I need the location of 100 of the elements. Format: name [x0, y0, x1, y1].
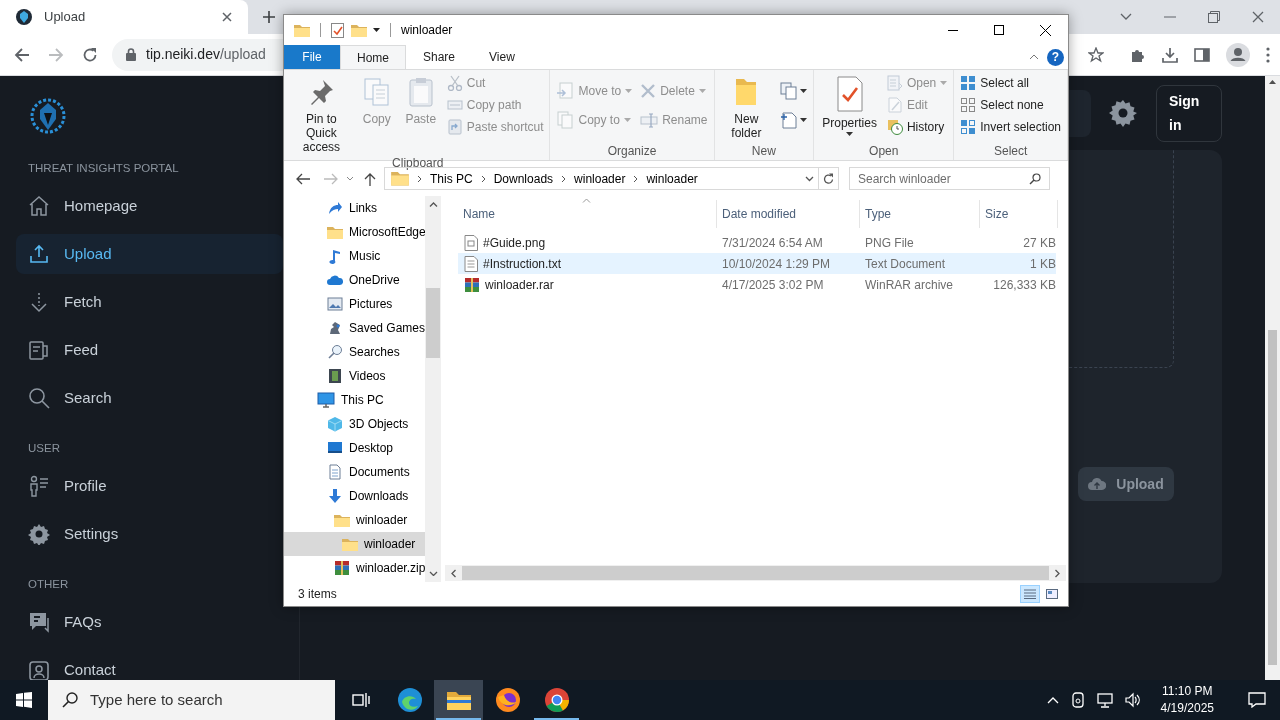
- contact-icon: [28, 659, 50, 680]
- upload-button[interactable]: Upload: [1078, 467, 1174, 501]
- folder-icon: [351, 23, 367, 37]
- file-menu-tab[interactable]: File: [284, 45, 340, 69]
- windows-logo-icon: [16, 692, 32, 708]
- nav-item[interactable]: Contact: [16, 650, 283, 680]
- tree-item[interactable]: MicrosoftEdge: [284, 220, 425, 244]
- ribbon-command[interactable]: Invert selection: [958, 116, 1063, 138]
- details-view-button[interactable]: [1020, 585, 1040, 603]
- new-item-icon: [780, 82, 799, 100]
- nav-item[interactable]: Search: [16, 378, 283, 418]
- ribbon-command[interactable]: Select none: [958, 94, 1063, 116]
- clock-date[interactable]: 4/19/2025: [1160, 700, 1214, 717]
- caret-icon: [698, 89, 706, 93]
- group-label: Open: [868, 143, 900, 160]
- group-label: Select: [992, 143, 1029, 160]
- ribbon-command[interactable]: [778, 80, 810, 102]
- taskbar-app[interactable]: [434, 680, 483, 720]
- ribbon-command[interactable]: Pin to Quick access: [290, 70, 353, 154]
- sort-icon: [582, 198, 591, 203]
- tree-item[interactable]: Desktop: [284, 436, 425, 460]
- date-cell-text: 7/31/2024 6:54 AM: [721, 234, 824, 252]
- address-field[interactable]: This PC Downloads winloader winloader: [384, 167, 819, 190]
- tree-item[interactable]: Searches: [284, 340, 425, 364]
- tree-item[interactable]: Videos: [284, 364, 425, 388]
- file-row[interactable]: #Guide.png 7/31/2024 6:54 AM PNG File 27 KB: [458, 232, 1056, 253]
- copy-to-icon: [556, 111, 575, 129]
- search-icon: [327, 344, 343, 360]
- section-heading: USER: [27, 441, 61, 456]
- nav-item[interactable]: Fetch: [16, 282, 283, 322]
- download-arrow-icon: [327, 488, 343, 504]
- edge-browser-icon: [396, 687, 423, 713]
- browser-tab[interactable]: Upload: [0, 0, 248, 34]
- type-cell-text: PNG File: [864, 234, 915, 252]
- nav-item[interactable]: Upload: [16, 234, 283, 274]
- tree-item[interactable]: Links: [284, 196, 425, 220]
- taskbar-search-field[interactable]: Type here to search: [48, 680, 335, 720]
- ribbon-command[interactable]: Select all: [958, 72, 1063, 94]
- ribbon-tab[interactable]: Share: [406, 45, 473, 69]
- tree-item[interactable]: Pictures: [284, 292, 425, 316]
- archive-icon: [334, 560, 350, 576]
- nav-item[interactable]: Homepage: [16, 186, 283, 226]
- tree-item[interactable]: Downloads: [284, 484, 425, 508]
- breadcrumb-item[interactable]: winloader: [646, 169, 698, 188]
- ribbon-command[interactable]: Properties: [818, 70, 881, 136]
- easy-access-icon: [780, 111, 799, 129]
- nav-item[interactable]: FAQs: [16, 602, 283, 642]
- nav-item[interactable]: Settings: [16, 514, 283, 554]
- feed-icon: [28, 339, 50, 361]
- scroll-thumb[interactable]: [1268, 330, 1277, 665]
- faq-icon: [28, 611, 50, 633]
- tree-item[interactable]: winloader: [284, 532, 425, 556]
- refresh-button[interactable]: [819, 167, 839, 190]
- file-row[interactable]: winloader.rar 4/17/2025 3:02 PM WinRAR archive 126,333 KB: [458, 274, 1056, 295]
- text-file-icon: [464, 255, 478, 272]
- tree-item[interactable]: 3D Objects: [284, 412, 425, 436]
- search-icon: [62, 692, 78, 708]
- sign-in-button[interactable]: Sign in: [1156, 84, 1222, 142]
- column-header[interactable]: Name: [458, 200, 717, 228]
- ribbon-command[interactable]: New folder: [718, 70, 775, 140]
- tree-item[interactable]: OneDrive: [284, 268, 425, 292]
- breadcrumb-item[interactable]: winloader: [574, 169, 626, 188]
- address-bar[interactable]: tip.neiki.dev/upload: [112, 38, 283, 71]
- clock-time[interactable]: 11:10 PM: [1162, 683, 1213, 700]
- scrollbar[interactable]: [445, 565, 1066, 581]
- search-field[interactable]: [1069, 89, 1091, 137]
- date-cell-text: 4/17/2025 3:02 PM: [721, 276, 825, 294]
- breadcrumb-item[interactable]: Downloads: [493, 169, 554, 188]
- ribbon-tab[interactable]: View: [472, 45, 532, 69]
- edit-icon: [886, 97, 903, 113]
- column-header[interactable]: Date modified: [717, 200, 860, 228]
- tree-item[interactable]: Music: [284, 244, 425, 268]
- tree-item[interactable]: winloader: [284, 508, 425, 532]
- tree-item[interactable]: winloader.zip: [284, 556, 425, 580]
- help-button[interactable]: ?: [1047, 48, 1064, 66]
- group-label: New: [750, 143, 777, 160]
- caret-icon: [625, 89, 633, 93]
- scroll-thumb[interactable]: [462, 566, 1049, 580]
- tree-item[interactable]: Documents: [284, 460, 425, 484]
- column-header[interactable]: Size: [980, 200, 1058, 228]
- tree-item[interactable]: This PC: [284, 388, 425, 412]
- file-row[interactable]: #Instruction.txt 10/10/2024 1:29 PM Text Document 1 KB: [458, 253, 1056, 274]
- column-header[interactable]: Type: [860, 200, 980, 228]
- scrollbar[interactable]: [425, 196, 441, 582]
- scroll-thumb[interactable]: [426, 288, 440, 358]
- thumbnail-view-icon: [1046, 589, 1058, 599]
- tree-item[interactable]: Saved Games: [284, 316, 425, 340]
- link-icon: [327, 200, 343, 216]
- nav-item[interactable]: Feed: [16, 330, 283, 370]
- document-icon: [327, 464, 343, 480]
- ribbon-tab[interactable]: Home: [340, 45, 406, 69]
- scrollbar[interactable]: [1265, 76, 1280, 680]
- search-field[interactable]: Search winloader: [849, 167, 1050, 190]
- breadcrumb-item[interactable]: This PC: [430, 169, 473, 188]
- open-icon: [886, 75, 903, 91]
- details-view-icon: [1024, 589, 1036, 599]
- ribbon-command[interactable]: [778, 109, 810, 131]
- ribbon-command[interactable]: History: [884, 116, 950, 138]
- nav-item[interactable]: Profile: [16, 466, 283, 506]
- notifications-icon: [1248, 692, 1266, 708]
